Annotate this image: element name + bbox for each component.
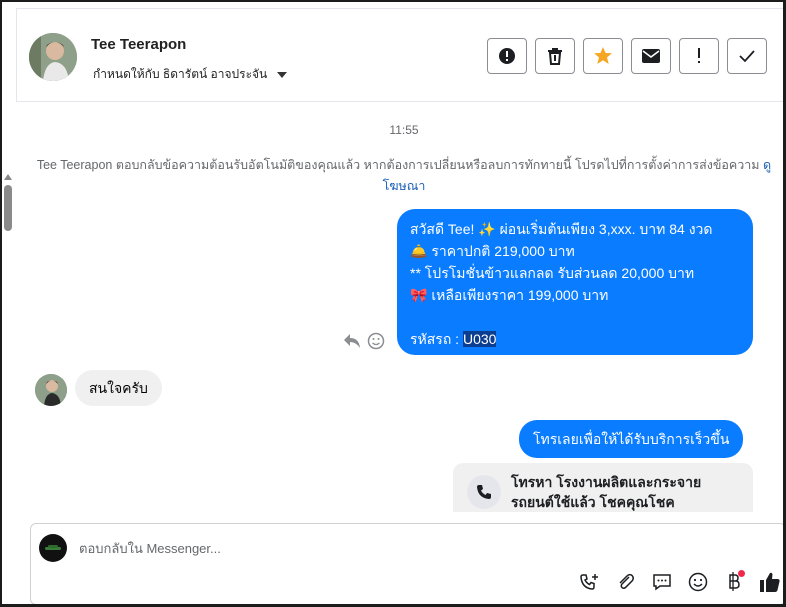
message-actions xyxy=(343,332,385,350)
auto-reply-notice: Tee Teerapon ตอบกลับข้อความต้อนรับอัตโนม… xyxy=(26,155,782,197)
mark-unread-button[interactable] xyxy=(631,38,671,74)
scroll-up-arrow-icon[interactable] xyxy=(4,174,12,180)
message-timestamp: 11:55 xyxy=(389,123,419,137)
call-add-button[interactable] xyxy=(572,570,608,594)
contact-name: Tee Teerapon xyxy=(91,36,187,53)
payment-button[interactable] xyxy=(716,570,752,594)
composer-toolbar xyxy=(572,570,783,594)
caret-down-icon xyxy=(277,71,288,78)
phone-plus-icon xyxy=(580,574,598,590)
chat-bubble-icon xyxy=(653,574,671,591)
message-line: 🎀 เหลือเพียงราคา 199,000 บาท xyxy=(410,287,609,303)
star-icon xyxy=(594,47,612,64)
message-line: สวัสดี Tee! ✨ ผ่อนเริ่มต้นเพียง 3,xxx. บ… xyxy=(410,221,713,237)
envelope-icon xyxy=(642,49,660,63)
saved-replies-button[interactable] xyxy=(644,570,680,594)
notice-text: Tee Teerapon ตอบกลับข้อความต้อนรับอัตโนม… xyxy=(36,158,760,172)
inbox-window: Tee Teerapon กำหนดให้กับ ธิดารัตน์ อาจปร… xyxy=(0,0,786,607)
header-actions xyxy=(487,38,767,74)
follow-up-button[interactable] xyxy=(679,38,719,74)
cta-message-bubble[interactable]: โทรเลยเพื่อให้ได้รับบริการเร็วขึ้น xyxy=(519,420,744,458)
page-avatar xyxy=(39,534,67,562)
scrollbar-thumb[interactable] xyxy=(4,185,12,231)
exclamation-icon xyxy=(698,48,700,63)
message-line: ** โปรโมชั่นข้าวแลกลด รับส่วนลด 20,000 บ… xyxy=(410,265,695,281)
done-button[interactable] xyxy=(727,38,767,74)
message-thread: 11:55 Tee Teerapon ตอบกลับข้อความต้อนรับ… xyxy=(16,102,783,512)
alert-circle-icon xyxy=(499,48,515,64)
car-code-label: รหัสรถ : xyxy=(410,331,463,347)
reply-icon[interactable] xyxy=(343,333,361,349)
like-button[interactable] xyxy=(752,570,783,594)
thumbs-up-icon xyxy=(760,572,780,592)
call-card-text: โทรหา โรงงานผลิตและกระจายรถยนต์ใช้แล้ว โ… xyxy=(511,474,702,510)
call-button-card[interactable]: โทรหา โรงงานผลิตและกระจายรถยนต์ใช้แล้ว โ… xyxy=(453,463,753,512)
delete-button[interactable] xyxy=(535,38,575,74)
car-code-line: รหัสรถ : U030 xyxy=(410,328,741,350)
message-line: 🛎️ ราคาปกติ 219,000 บาท xyxy=(410,243,575,259)
assign-dropdown[interactable]: กำหนดให้กับ ธิดารัตน์ อาจประจัน xyxy=(93,65,288,84)
incoming-message-bubble[interactable]: สนใจครับ xyxy=(75,370,162,406)
message-composer xyxy=(30,523,783,604)
outgoing-message-bubble[interactable]: สวัสดี Tee! ✨ ผ่อนเริ่มต้นเพียง 3,xxx. บ… xyxy=(397,209,753,355)
phone-icon xyxy=(467,475,501,509)
star-button[interactable] xyxy=(583,38,623,74)
contact-avatar[interactable] xyxy=(29,33,77,81)
assign-label: กำหนดให้กับ ธิดารัตน์ อาจประจัน xyxy=(93,67,268,81)
car-code-value: U030 xyxy=(462,331,497,347)
check-icon xyxy=(739,50,755,63)
spam-button[interactable] xyxy=(487,38,527,74)
reply-input[interactable] xyxy=(79,536,679,560)
conversation-header: Tee Teerapon กำหนดให้กับ ธิดารัตน์ อาจปร… xyxy=(16,8,783,102)
smiley-icon xyxy=(688,572,708,592)
notification-dot xyxy=(738,570,745,577)
contact-avatar-small[interactable] xyxy=(35,374,67,406)
emoji-react-icon[interactable] xyxy=(367,332,385,350)
attach-button[interactable] xyxy=(608,570,644,594)
trash-icon xyxy=(548,48,562,65)
paperclip-icon xyxy=(619,573,634,589)
emoji-button[interactable] xyxy=(680,570,716,594)
